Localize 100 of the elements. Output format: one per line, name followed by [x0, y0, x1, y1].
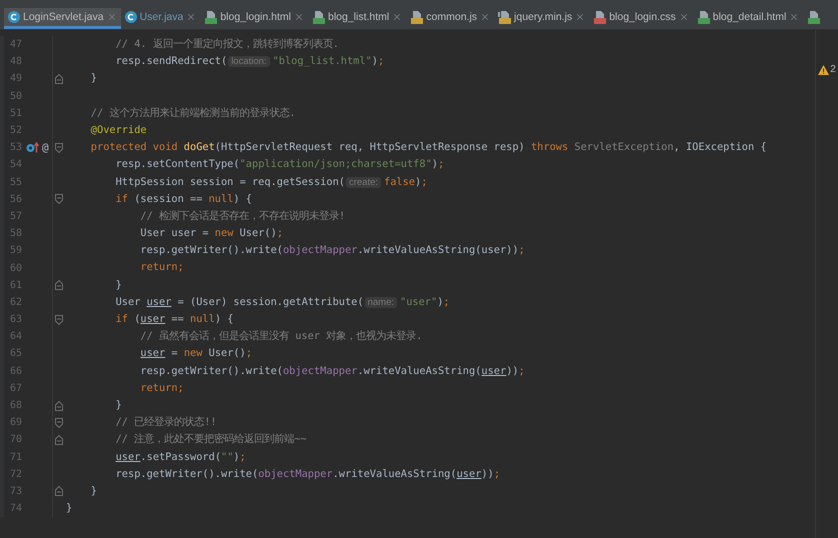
close-icon[interactable]: [186, 12, 196, 22]
line-number: 54: [8, 159, 22, 170]
code-line: resp.sendRedirect( location: "blog_list.html");: [114, 54, 384, 70]
close-icon[interactable]: [294, 12, 304, 22]
close-icon[interactable]: [392, 12, 402, 22]
line-number: 64: [8, 331, 22, 342]
close-icon[interactable]: [678, 12, 689, 22]
editor-tab[interactable]: LoginServlet.java: [4, 8, 121, 29]
code-line: // 4. 返回一个重定向报文，跳转到博客列表页.: [114, 37, 339, 52]
code-line: }: [65, 501, 72, 516]
line-number: 62: [8, 296, 22, 308]
code-line: }: [90, 484, 97, 499]
close-icon[interactable]: [789, 12, 800, 22]
code-line: return;: [139, 380, 184, 396]
code-line: resp.getWriter().write(objectMapper.writeValueAsString(user));: [114, 466, 500, 482]
editor-tab[interactable]: blog_login.html: [200, 8, 308, 29]
close-icon[interactable]: [575, 12, 586, 22]
line-number: 61: [8, 280, 22, 291]
line-number: 68: [8, 400, 22, 412]
tab-label: LoginServlet.java: [23, 11, 104, 23]
line-number: 74: [8, 503, 22, 514]
line-number: 69: [8, 417, 22, 428]
code-line: // 已经登录的状态!!: [114, 415, 217, 430]
line-number: 56: [8, 194, 22, 205]
code-line: }: [114, 278, 122, 293]
tab-label: common.js: [426, 11, 478, 23]
code-line: protected void doGet(HttpServletRequest req, HttpServletResponse resp) throws ServletException, IOException {: [90, 140, 767, 156]
tab-label: blog_login.html: [220, 11, 291, 23]
editor-tab[interactable]: User.java: [120, 8, 200, 29]
line-number: 52: [8, 125, 22, 136]
line-number: 55: [8, 176, 22, 188]
fold-icon[interactable]: [54, 142, 62, 153]
editor-tab[interactable]: blog_list.html: [308, 8, 406, 29]
fold-icon[interactable]: [54, 434, 62, 445]
code-line: User user = new User();: [139, 226, 284, 242]
annotation-marker[interactable]: @: [42, 141, 49, 154]
code-line: user = new User();: [139, 346, 252, 362]
line-number: 53: [8, 142, 22, 154]
file-icon: [498, 10, 512, 24]
line-number: 57: [8, 210, 22, 222]
fold-icon[interactable]: [54, 74, 62, 84]
line-number: 59: [8, 245, 22, 256]
code-line: user.setPassword("");: [114, 450, 246, 464]
fold-icon[interactable]: [54, 486, 62, 496]
class-icon: [8, 11, 20, 23]
override-icon[interactable]: [26, 142, 39, 154]
line-number: 65: [8, 348, 22, 360]
file-icon: [410, 10, 424, 24]
fold-icon[interactable]: [54, 314, 62, 325]
line-number: 48: [8, 56, 22, 68]
line-number: 71: [8, 452, 22, 463]
tab-label: blog_detail.html: [712, 11, 786, 23]
line-number: 58: [8, 228, 22, 240]
code-line: // 注意，此处不要把密码给返回到前端~~: [114, 432, 307, 448]
fold-icon[interactable]: [54, 280, 62, 290]
code-line: // 检测下会话是否存在，不存在说明未登录!: [139, 208, 346, 224]
code-line: resp.setContentType("application/json;charset=utf8");: [114, 157, 444, 172]
code-line: User user = (User) session.getAttribute( name: "user");: [114, 294, 450, 310]
line-number: 50: [8, 90, 22, 102]
close-icon[interactable]: [106, 12, 117, 22]
line-number: 70: [8, 434, 22, 446]
code-line: // 这个方法用来让前端检测当前的登录状态.: [90, 106, 296, 121]
code-line: }: [114, 398, 122, 413]
line-number: 51: [8, 108, 22, 119]
code-line: if (session == null) {: [114, 192, 252, 207]
code-line: resp.getWriter().write(objectMapper.writeValueAsString(user));: [139, 243, 525, 258]
editor-tab[interactable]: blog_detail.html: [692, 8, 804, 29]
file-icon: [312, 10, 325, 24]
line-number: 67: [8, 382, 22, 394]
line-number: 47: [8, 39, 22, 50]
tab-label: User.java: [140, 11, 184, 23]
warning-icon[interactable]: [818, 64, 830, 74]
file-icon: [696, 10, 710, 24]
line-number: 72: [8, 468, 22, 480]
class-icon: [124, 11, 137, 23]
fold-icon[interactable]: [54, 194, 62, 204]
editor-tab[interactable]: common.js: [406, 8, 494, 29]
code-line: resp.getWriter().write(objectMapper.writeValueAsString(user));: [139, 364, 525, 379]
code-line: HttpSession session = req.getSession( create: false);: [114, 174, 428, 190]
warning-count: 2: [830, 64, 836, 75]
file-icon: [807, 10, 820, 24]
code-line: }: [90, 71, 97, 86]
file-icon: [593, 10, 606, 24]
fold-icon[interactable]: [54, 418, 62, 428]
line-number: 49: [8, 73, 22, 84]
close-icon[interactable]: [480, 12, 490, 22]
line-number: 63: [8, 314, 22, 326]
editor-tab[interactable]: blog_login.css: [589, 8, 693, 29]
file-icon: [204, 10, 218, 24]
line-number: 60: [8, 262, 22, 274]
code-line: @Override: [90, 122, 147, 138]
fold-icon[interactable]: [54, 400, 62, 411]
line-number: 73: [8, 486, 22, 497]
code-line: // 虽然有会话，但是会话里没有 user 对象，也视为未登录.: [139, 329, 422, 344]
code-line: if (user == null) {: [114, 312, 234, 327]
editor-tab[interactable]: jquery.min.js: [494, 8, 590, 29]
tab-label: jquery.min.js: [514, 11, 572, 23]
tab-label: blog_login.css: [609, 11, 676, 23]
code-line: return;: [139, 260, 184, 276]
line-number: 66: [8, 366, 22, 377]
